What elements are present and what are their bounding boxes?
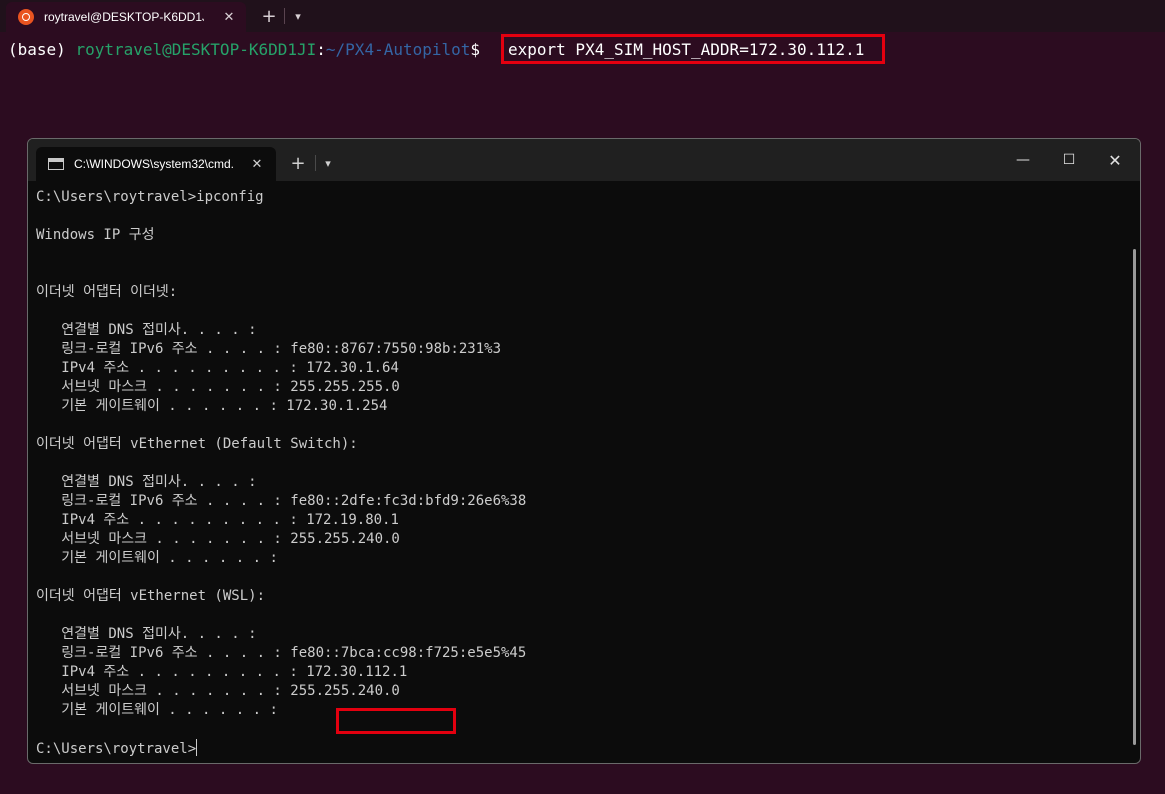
ip-highlight-box <box>336 708 456 734</box>
prompt-separator: : <box>316 40 326 59</box>
maximize-icon[interactable]: ☐ <box>1046 147 1092 173</box>
outer-tab-bar: roytravel@DESKTOP-K6DD1JI: ~ ✕ + ▾ <box>0 0 1165 32</box>
prompt-user: roytravel@DESKTOP-K6DD1JI <box>75 40 317 59</box>
terminal-line: 링크-로컬 IPv6 주소 . . . . : fe80::8767:7550:… <box>36 341 502 357</box>
plus-icon[interactable]: + <box>257 4 281 28</box>
terminal-line: 서브넷 마스크 . . . . . . . : 255.255.240.0 <box>36 531 400 547</box>
terminal-line: IPv4 주소 . . . . . . . . . : 172.30.1.64 <box>36 360 399 376</box>
terminal-line: Windows IP 구성 <box>36 227 155 243</box>
terminal-prompt-line[interactable]: C:\Users\roytravel> <box>36 739 1116 758</box>
terminal-line: 연결별 DNS 접미사. . . . : <box>36 322 257 338</box>
terminal-line: 기본 게이트웨이 . . . . . . : 172.30.1.254 <box>36 398 388 414</box>
terminal-line: 서브넷 마스크 . . . . . . . : 255.255.240.0 <box>36 683 400 699</box>
terminal-line-wsl-ipv4: IPv4 주소 . . . . . . . . . : 172.30.112.1 <box>36 664 408 680</box>
chevron-down-icon[interactable]: ▾ <box>286 4 310 28</box>
ubuntu-icon <box>18 9 34 25</box>
terminal-line: 연결별 DNS 접미사. . . . : <box>36 626 257 642</box>
terminal-line: 이더넷 어댑터 vEthernet (WSL): <box>36 588 265 604</box>
plus-icon[interactable]: + <box>286 151 310 175</box>
terminal-line: 링크-로컬 IPv6 주소 . . . . : fe80::7bca:cc98:… <box>36 645 527 661</box>
text-cursor <box>196 739 198 756</box>
prompt-dollar: $ <box>470 40 490 59</box>
terminal-line: C:\Users\roytravel>ipconfig <box>36 189 264 205</box>
terminal-line: 기본 게이트웨이 . . . . . . : <box>36 550 278 566</box>
terminal-line: 이더넷 어댑터 vEthernet (Default Switch): <box>36 436 358 452</box>
tab-divider <box>284 8 285 24</box>
window-close-icon[interactable]: ✕ <box>1092 147 1138 173</box>
terminal-line: 서브넷 마스크 . . . . . . . : 255.255.255.0 <box>36 379 400 395</box>
cmd-prompt: C:\Users\roytravel> <box>36 741 197 757</box>
prompt-env: (base) <box>8 40 76 59</box>
cmd-tab-title: C:\WINDOWS\system32\cmd.exe <box>74 157 234 171</box>
terminal-line: 링크-로컬 IPv6 주소 . . . . : fe80::2dfe:fc3d:… <box>36 493 527 509</box>
terminal-line: 이더넷 어댑터 이더넷: <box>36 284 178 300</box>
cmd-window: C:\WINDOWS\system32\cmd.exe ✕ + ▾ — ☐ ✕ … <box>27 138 1141 764</box>
terminal-line: 기본 게이트웨이 . . . . . . : <box>36 702 278 718</box>
outer-prompt-line: (base) roytravel@DESKTOP-K6DD1JI:~/PX4-A… <box>8 40 490 60</box>
prompt-path: ~/PX4-Autopilot <box>325 40 471 59</box>
cmd-tab[interactable]: C:\WINDOWS\system32\cmd.exe ✕ <box>36 147 276 181</box>
outer-tab[interactable]: roytravel@DESKTOP-K6DD1JI: ~ ✕ <box>6 2 246 32</box>
terminal-output[interactable]: C:\Users\roytravel>ipconfig Windows IP 구… <box>36 188 1116 758</box>
export-command[interactable]: export PX4_SIM_HOST_ADDR=172.30.112.1 <box>508 40 864 60</box>
scrollbar[interactable] <box>1133 249 1136 745</box>
cmd-titlebar: C:\WINDOWS\system32\cmd.exe ✕ + ▾ — ☐ ✕ <box>28 139 1140 181</box>
terminal-line: 연결별 DNS 접미사. . . . : <box>36 474 257 490</box>
outer-tab-title: roytravel@DESKTOP-K6DD1JI: ~ <box>44 10 204 24</box>
close-icon[interactable]: ✕ <box>220 8 238 26</box>
minimize-icon[interactable]: — <box>1000 147 1046 173</box>
cmd-icon <box>48 158 64 170</box>
chevron-down-icon[interactable]: ▾ <box>316 151 340 175</box>
close-icon[interactable]: ✕ <box>248 155 266 173</box>
terminal-line: IPv4 주소 . . . . . . . . . : 172.19.80.1 <box>36 512 399 528</box>
